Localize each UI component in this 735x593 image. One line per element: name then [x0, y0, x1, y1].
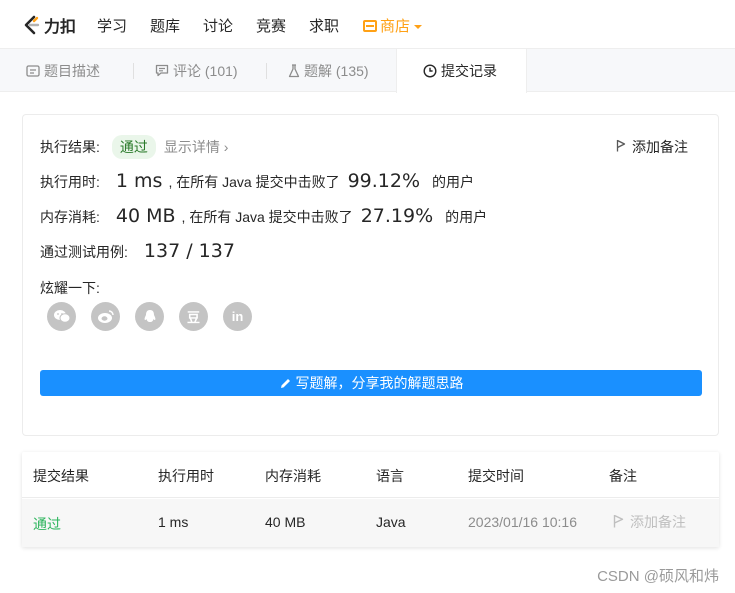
store-icon: [363, 19, 377, 32]
pencil-icon: [279, 377, 292, 390]
tab-submissions-label: 提交记录: [441, 63, 497, 79]
wechat-icon[interactable]: [47, 302, 76, 331]
header-memory: 内存消耗: [265, 468, 321, 484]
tab-comments[interactable]: 评论 (101): [155, 49, 238, 92]
leetcode-logo-icon: [24, 15, 40, 35]
leetcode-logo[interactable]: 力扣: [22, 13, 76, 37]
top-nav: 力扣 学习 题库 讨论 竞赛 求职 商店: [0, 0, 735, 48]
tab-solutions[interactable]: 题解 (135): [288, 49, 369, 92]
logo-text: 力扣: [44, 19, 77, 36]
tests-value: 137 / 137: [143, 240, 235, 262]
memory-label: 内存消耗:: [40, 209, 100, 225]
header-status: 提交结果: [33, 468, 89, 484]
memory-value: 40 MB: [115, 205, 176, 227]
write-solution-button[interactable]: 写题解，分享我的解题思路: [40, 370, 702, 396]
weibo-icon[interactable]: [91, 302, 120, 331]
tab-solutions-label: 题解 (135): [304, 62, 369, 79]
clock-icon: [423, 64, 437, 78]
nav-learn[interactable]: 学习: [97, 15, 127, 36]
nav-contest[interactable]: 竞赛: [256, 15, 286, 36]
runtime-row: 执行用时: 1 ms , 在所有 Java 提交中击败了 99.12% 的用户: [40, 170, 474, 192]
share-label-row: 炫耀一下:: [40, 278, 100, 298]
qq-icon[interactable]: [135, 302, 164, 331]
add-note-button[interactable]: 添加备注: [616, 137, 688, 157]
header-note: 备注: [609, 468, 637, 484]
runtime-percentile: 99.12%: [347, 170, 421, 192]
flag-icon: [613, 514, 624, 531]
nav-discuss[interactable]: 讨论: [203, 15, 233, 36]
memory-tail-text: 的用户: [445, 209, 488, 225]
flag-icon: [616, 139, 626, 155]
runtime-tail-text: 的用户: [432, 174, 475, 190]
header-runtime: 执行用时: [158, 468, 214, 484]
header-time: 提交时间: [468, 468, 524, 484]
row-runtime: 1 ms: [158, 514, 189, 530]
submission-result-card: 执行结果: 通过 显示详情 › 添加备注 执行用时: 1 ms , 在所有 Ja…: [22, 114, 719, 436]
nav-problems[interactable]: 题库: [150, 15, 180, 36]
linkedin-icon[interactable]: in: [223, 302, 252, 331]
result-status-row: 执行结果: 通过 显示详情 ›: [40, 135, 228, 159]
problem-tabs: 题目描述 评论 (101) 题解 (135) 提交记录: [0, 48, 735, 93]
add-note-label: 添加备注: [632, 139, 688, 155]
nav-jobs[interactable]: 求职: [309, 15, 339, 36]
runtime-value: 1 ms: [115, 170, 163, 192]
memory-row: 内存消耗: 40 MB , 在所有 Java 提交中击败了 27.19% 的用户: [40, 205, 487, 227]
show-details-link[interactable]: 显示详情 ›: [164, 137, 229, 157]
memory-beats-text: , 在所有 Java 提交中击败了: [181, 209, 353, 225]
write-solution-label: 写题解，分享我的解题思路: [295, 375, 464, 391]
table-row[interactable]: 通过 1 ms 40 MB Java 2023/01/16 10:16 添加备注: [22, 499, 719, 547]
status-badge: 通过: [111, 135, 156, 159]
description-icon: [26, 64, 40, 77]
share-buttons: 豆 in: [47, 302, 267, 331]
watermark: CSDN @硕风和炜: [597, 568, 719, 585]
runtime-beats-text: , 在所有 Java 提交中击败了: [168, 174, 340, 190]
memory-percentile: 27.19%: [360, 205, 434, 227]
tab-description-label: 题目描述: [44, 62, 100, 79]
status-label: 执行结果:: [40, 139, 100, 155]
chevron-down-icon: [414, 24, 423, 29]
tab-divider: [266, 63, 267, 79]
tab-divider: [133, 63, 134, 79]
tab-submissions[interactable]: 提交记录: [396, 49, 527, 93]
row-add-note-button[interactable]: 添加备注: [613, 512, 686, 532]
comment-icon: [155, 64, 169, 77]
row-time: 2023/01/16 10:16: [468, 514, 577, 530]
tests-row: 通过测试用例: 137 / 137: [40, 240, 235, 262]
row-language: Java: [376, 514, 406, 530]
tab-comments-label: 评论 (101): [173, 62, 238, 79]
tab-description[interactable]: 题目描述: [26, 49, 100, 92]
table-header: 提交结果 执行用时 内存消耗 语言 提交时间 备注: [22, 452, 719, 498]
nav-store-label: 商店: [380, 18, 411, 35]
share-label: 炫耀一下:: [40, 280, 100, 296]
row-memory: 40 MB: [265, 514, 306, 530]
row-status[interactable]: 通过: [33, 514, 61, 534]
header-language: 语言: [376, 468, 404, 484]
douban-icon[interactable]: 豆: [179, 302, 208, 331]
runtime-label: 执行用时:: [40, 174, 100, 190]
nav-store[interactable]: 商店: [363, 15, 423, 36]
flask-icon: [288, 63, 300, 78]
row-note-label: 添加备注: [630, 514, 686, 530]
submissions-table: 提交结果 执行用时 内存消耗 语言 提交时间 备注 通过 1 ms 40 MB …: [22, 452, 719, 547]
tests-label: 通过测试用例:: [40, 244, 128, 260]
